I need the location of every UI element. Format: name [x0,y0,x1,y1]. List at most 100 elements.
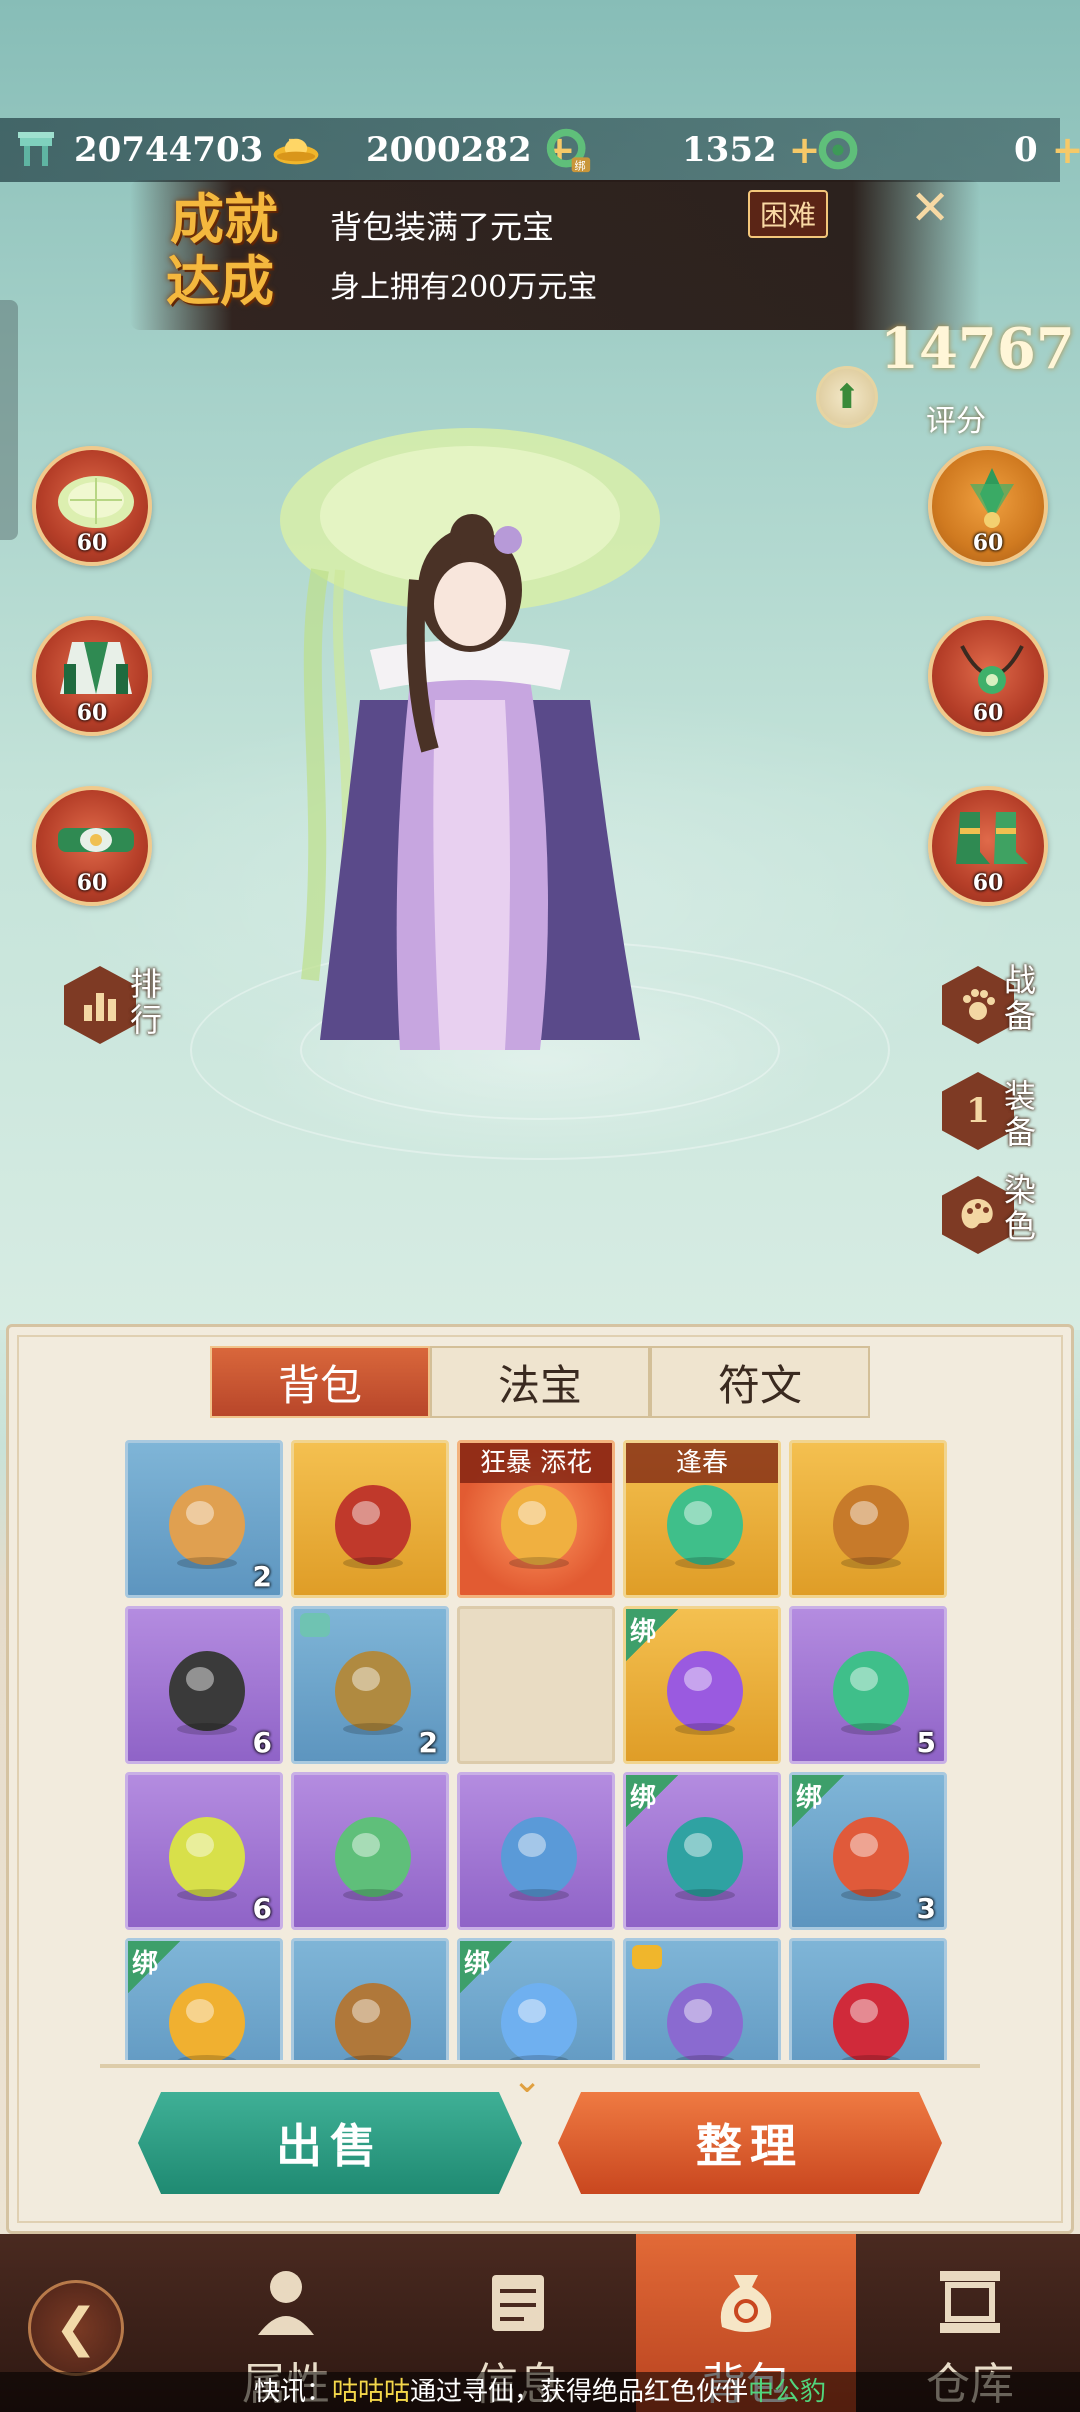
pet-orb-icon [833,1651,909,1735]
inventory-slot[interactable] [291,1938,449,2060]
card-bundle-icon [169,1485,245,1569]
slot-level: 60 [972,700,1004,726]
bound-jade-amount: 1352 [682,130,777,170]
bound-jade-ring-icon: 绑 [544,126,592,174]
gold-ingot-icon [632,1945,662,1969]
cloak-icon [335,1485,411,1569]
ore-icon [169,1651,245,1735]
censer-icon [335,1983,411,2060]
dye-button[interactable]: 染色 [942,1172,1052,1276]
yellow-gem-icon [169,1817,245,1901]
crystal-ball-icon [501,1817,577,1901]
info-scroll-icon [473,2256,563,2346]
ranking-button[interactable]: 排行 [64,966,174,1066]
inventory-slot[interactable] [457,1772,615,1930]
tab-treasure[interactable]: 法宝 [430,1346,650,1418]
item-count: 6 [252,1892,272,1925]
tab-rune[interactable]: 符文 [650,1346,870,1418]
slot-level: 60 [972,530,1004,556]
news-ticker: 快讯：咕咕咕通过寻仙，获得绝品红色伙伴中公豹 [0,2372,1080,2412]
item-count: 2 [252,1560,272,1593]
achievement-banner: 成就 达成 背包装满了元宝 身上拥有200万元宝 困难 ✕ [130,180,980,330]
inventory-slot[interactable]: 狂暴 添花 [457,1440,615,1598]
ticker-prefix: 快讯： [253,2377,332,2407]
equipment-button[interactable]: 1 装备 [942,1072,1052,1172]
currency-jade: 20744703 + [12,118,307,182]
inventory-slot[interactable]: 6 [125,1772,283,1930]
inventory-slot[interactable]: 绑 [623,1606,781,1764]
bound-badge: 绑 [460,1941,512,1993]
hairpin-slot[interactable]: 60 [928,446,1048,566]
bound-badge: 绑 [626,1609,678,1661]
jade-ring-icon [814,126,862,174]
achievement-title: 背包装满了元宝 [330,208,555,246]
back-arrow-icon[interactable]: ❮ [28,2280,124,2376]
currency-gold: 2000282 + [272,118,575,182]
tab-backpack[interactable]: 背包 [210,1346,430,1418]
item-affix-banner: 逢春 [626,1443,778,1483]
inventory-slot[interactable] [291,1772,449,1930]
add-jade-ring-button[interactable]: + [1052,128,1080,172]
belt-icon [58,828,134,852]
svg-text:绑: 绑 [574,159,585,172]
currency-jade-ring: 0 + [814,118,1080,182]
difficulty-badge: 困难 [748,190,829,238]
battle-ready-button[interactable]: 战备 [942,962,1052,1066]
inventory-slot[interactable]: 5 [789,1606,947,1764]
bracelet-icon [833,1485,909,1569]
lotus-leaf-hat-slot[interactable]: 60 [32,446,152,566]
scroll-icon [335,1817,411,1901]
bound-badge: 绑 [626,1775,678,1827]
close-icon[interactable]: ✕ [910,180,950,236]
currency-bar: 20744703 + 2000282 + 绑 1352 + 0 + [0,118,1080,182]
inventory-slot[interactable] [789,1440,947,1598]
inventory-slot[interactable]: 绑 [125,1938,283,2060]
inventory-slot-empty[interactable] [457,1606,615,1764]
sort-button[interactable]: 整理 [558,2092,942,2194]
inventory-slot[interactable]: 2 [291,1606,449,1764]
slot-level: 60 [76,530,108,556]
inventory-slot[interactable] [623,1938,781,2060]
sell-button[interactable]: 出售 [138,2092,522,2194]
book-icon [667,1983,743,2060]
dye-label: 染色 [1004,1171,1037,1245]
inventory-tabs: 背包 法宝 符文 [210,1346,870,1418]
inventory-slot[interactable] [789,1938,947,2060]
boots-slot[interactable]: 60 [928,786,1048,906]
chevron-down-icon[interactable]: ⌄ [512,2060,542,2101]
rose-icon [833,1983,909,2060]
robe-icon [60,642,132,694]
inventory-slot[interactable] [291,1440,449,1598]
boots-icon [956,812,1028,864]
slot-level: 60 [972,870,1004,896]
money-bag-icon [701,2256,791,2346]
inventory-slot[interactable]: 绑3 [789,1772,947,1930]
inventory-slot[interactable]: 绑 [457,1938,615,2060]
bound-badge: 绑 [128,1941,180,1993]
inventory-slot[interactable]: 6 [125,1606,283,1764]
ticker-partner[interactable]: 中公豹 [748,2377,826,2407]
gold-ingot-icon [272,126,320,174]
battle-ready-label: 战备 [1004,961,1037,1035]
necklace-slot[interactable]: 60 [928,616,1048,736]
edge-handle[interactable] [0,300,18,540]
gold-amount: 2000282 [366,130,532,170]
ticker-text: 通过寻仙，获得绝品红色伙伴 [410,2377,749,2407]
jade-amount: 20744703 [74,130,264,170]
inventory-grid: 2 狂暴 添花 逢春 6 2 绑 5 6 绑绑 3 绑绑 [125,1440,949,2060]
profile-icon [241,2256,331,2346]
ticker-player[interactable]: 咕咕咕 [332,2377,410,2407]
slot-level: 60 [76,870,108,896]
inventory-slot[interactable]: 2 [125,1440,283,1598]
inventory-slot[interactable]: 逢春 [623,1440,781,1598]
equipment-label: 装备 [1004,1077,1037,1151]
score-value: 14767 [880,316,1075,382]
upgrade-arrow-icon[interactable]: ⬆ [816,366,878,428]
robe-slot[interactable]: 60 [32,616,152,736]
inventory-slot[interactable]: 绑 [623,1772,781,1930]
necklace-icon [960,645,1024,694]
item-affix-banner: 狂暴 添花 [460,1443,612,1483]
achievement-description: 身上拥有200万元宝 [330,270,598,305]
belt-slot[interactable]: 60 [32,786,152,906]
player-character[interactable] [260,420,720,1100]
